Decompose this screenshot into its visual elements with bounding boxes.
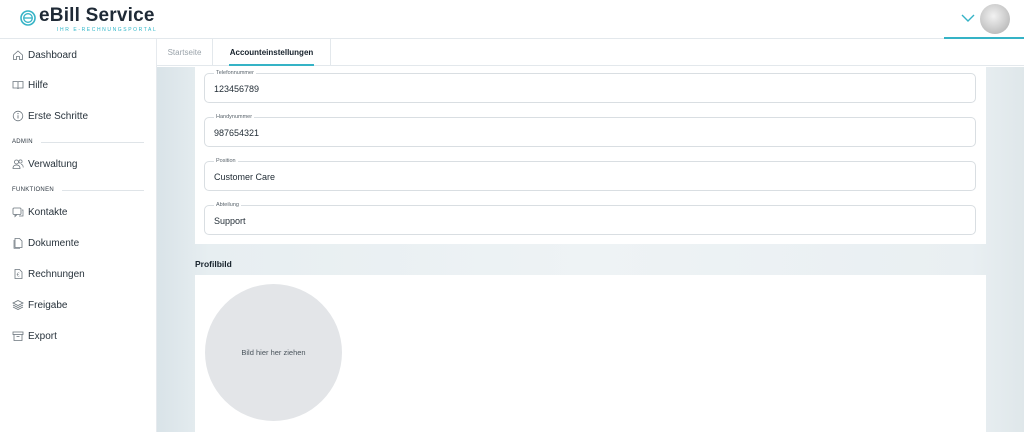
section-funktionen: FUNKTIONEN: [12, 187, 144, 193]
layers-icon: [12, 300, 24, 310]
logo-icon: [20, 10, 36, 26]
account-details-card: Telefonnummer Handynummer Position Abtei…: [195, 67, 986, 244]
contacts-icon: [12, 207, 24, 218]
profile-picture-card: Bild hier her ziehen: [195, 275, 986, 432]
section-admin: ADMIN: [12, 139, 144, 145]
sidebar-item-freigabe[interactable]: Freigabe: [12, 296, 67, 314]
section-label: FUNKTIONEN: [12, 187, 54, 193]
department-field[interactable]: Abteilung: [204, 202, 976, 235]
department-label: Abteilung: [214, 202, 241, 209]
phone-label: Telefonnummer: [214, 70, 256, 77]
sidebar-item-export[interactable]: Export: [12, 327, 57, 345]
position-label: Position: [214, 158, 238, 165]
phone-field[interactable]: Telefonnummer: [204, 70, 976, 103]
archive-icon: [12, 331, 24, 341]
book-icon: [12, 81, 24, 90]
tab-accounteinstellungen[interactable]: Accounteinstellungen: [213, 39, 331, 66]
image-dropzone[interactable]: Bild hier her ziehen: [205, 284, 342, 421]
info-icon: [12, 110, 24, 122]
dropzone-text: Bild hier her ziehen: [241, 348, 306, 357]
sidebar-item-label: Dokumente: [28, 237, 80, 249]
tab-startseite[interactable]: Startseite: [157, 39, 213, 66]
sidebar-item-label: Erste Schritte: [28, 110, 89, 122]
sidebar-item-dashboard[interactable]: Dashboard: [12, 46, 77, 64]
home-icon: [13, 50, 23, 60]
position-field[interactable]: Position: [204, 158, 976, 191]
brand-subtitle: IHR E-RECHNUNGSPORTAL: [57, 27, 158, 33]
chevron-down-icon[interactable]: [960, 12, 976, 24]
top-bar: eBill Service IHR E-RECHNUNGSPORTAL: [0, 0, 1024, 39]
department-input[interactable]: [214, 216, 954, 226]
sidebar-item-label: Rechnungen: [28, 268, 85, 280]
brand-title: eBill Service: [39, 5, 155, 26]
phone-input[interactable]: [214, 84, 954, 94]
sidebar-item-erste-schritte[interactable]: Erste Schritte: [12, 107, 88, 125]
section-label: ADMIN: [12, 139, 33, 145]
users-icon: [12, 159, 24, 169]
tab-bar: Startseite Accounteinstellungen: [157, 39, 1024, 66]
main-content: Telefonnummer Handynummer Position Abtei…: [157, 67, 1024, 432]
sidebar-item-label: Dashboard: [28, 49, 77, 61]
sidebar-item-label: Hilfe: [28, 79, 49, 91]
mobile-input[interactable]: [214, 128, 954, 138]
mobile-label: Handynummer: [214, 114, 255, 121]
sidebar-item-label: Verwaltung: [28, 158, 78, 170]
sidebar-item-dokumente[interactable]: Dokumente: [12, 234, 79, 252]
sidebar-item-kontakte[interactable]: Kontakte: [12, 203, 67, 221]
mobile-field[interactable]: Handynummer: [204, 114, 976, 147]
sidebar-item-verwaltung[interactable]: Verwaltung: [12, 155, 77, 173]
sidebar-item-label: Freigabe: [28, 299, 68, 311]
avatar[interactable]: [980, 4, 1010, 34]
invoice-icon: €: [14, 269, 23, 279]
sidebar-item-hilfe[interactable]: Hilfe: [12, 76, 48, 94]
sidebar: Dashboard Hilfe Erste Schritte ADMIN Ver…: [0, 39, 157, 432]
logo[interactable]: eBill Service IHR E-RECHNUNGSPORTAL: [20, 6, 157, 34]
svg-text:€: €: [17, 273, 20, 279]
position-input[interactable]: [214, 172, 954, 182]
profile-picture-title: Profilbild: [195, 259, 232, 269]
user-menu[interactable]: [944, 0, 1024, 39]
sidebar-item-rechnungen[interactable]: € Rechnungen: [12, 265, 85, 283]
documents-icon: [13, 238, 23, 249]
tab-label: Accounteinstellungen: [229, 48, 314, 57]
active-tab-indicator: [229, 64, 314, 66]
sidebar-item-label: Kontakte: [28, 206, 68, 218]
sidebar-item-label: Export: [28, 330, 57, 342]
